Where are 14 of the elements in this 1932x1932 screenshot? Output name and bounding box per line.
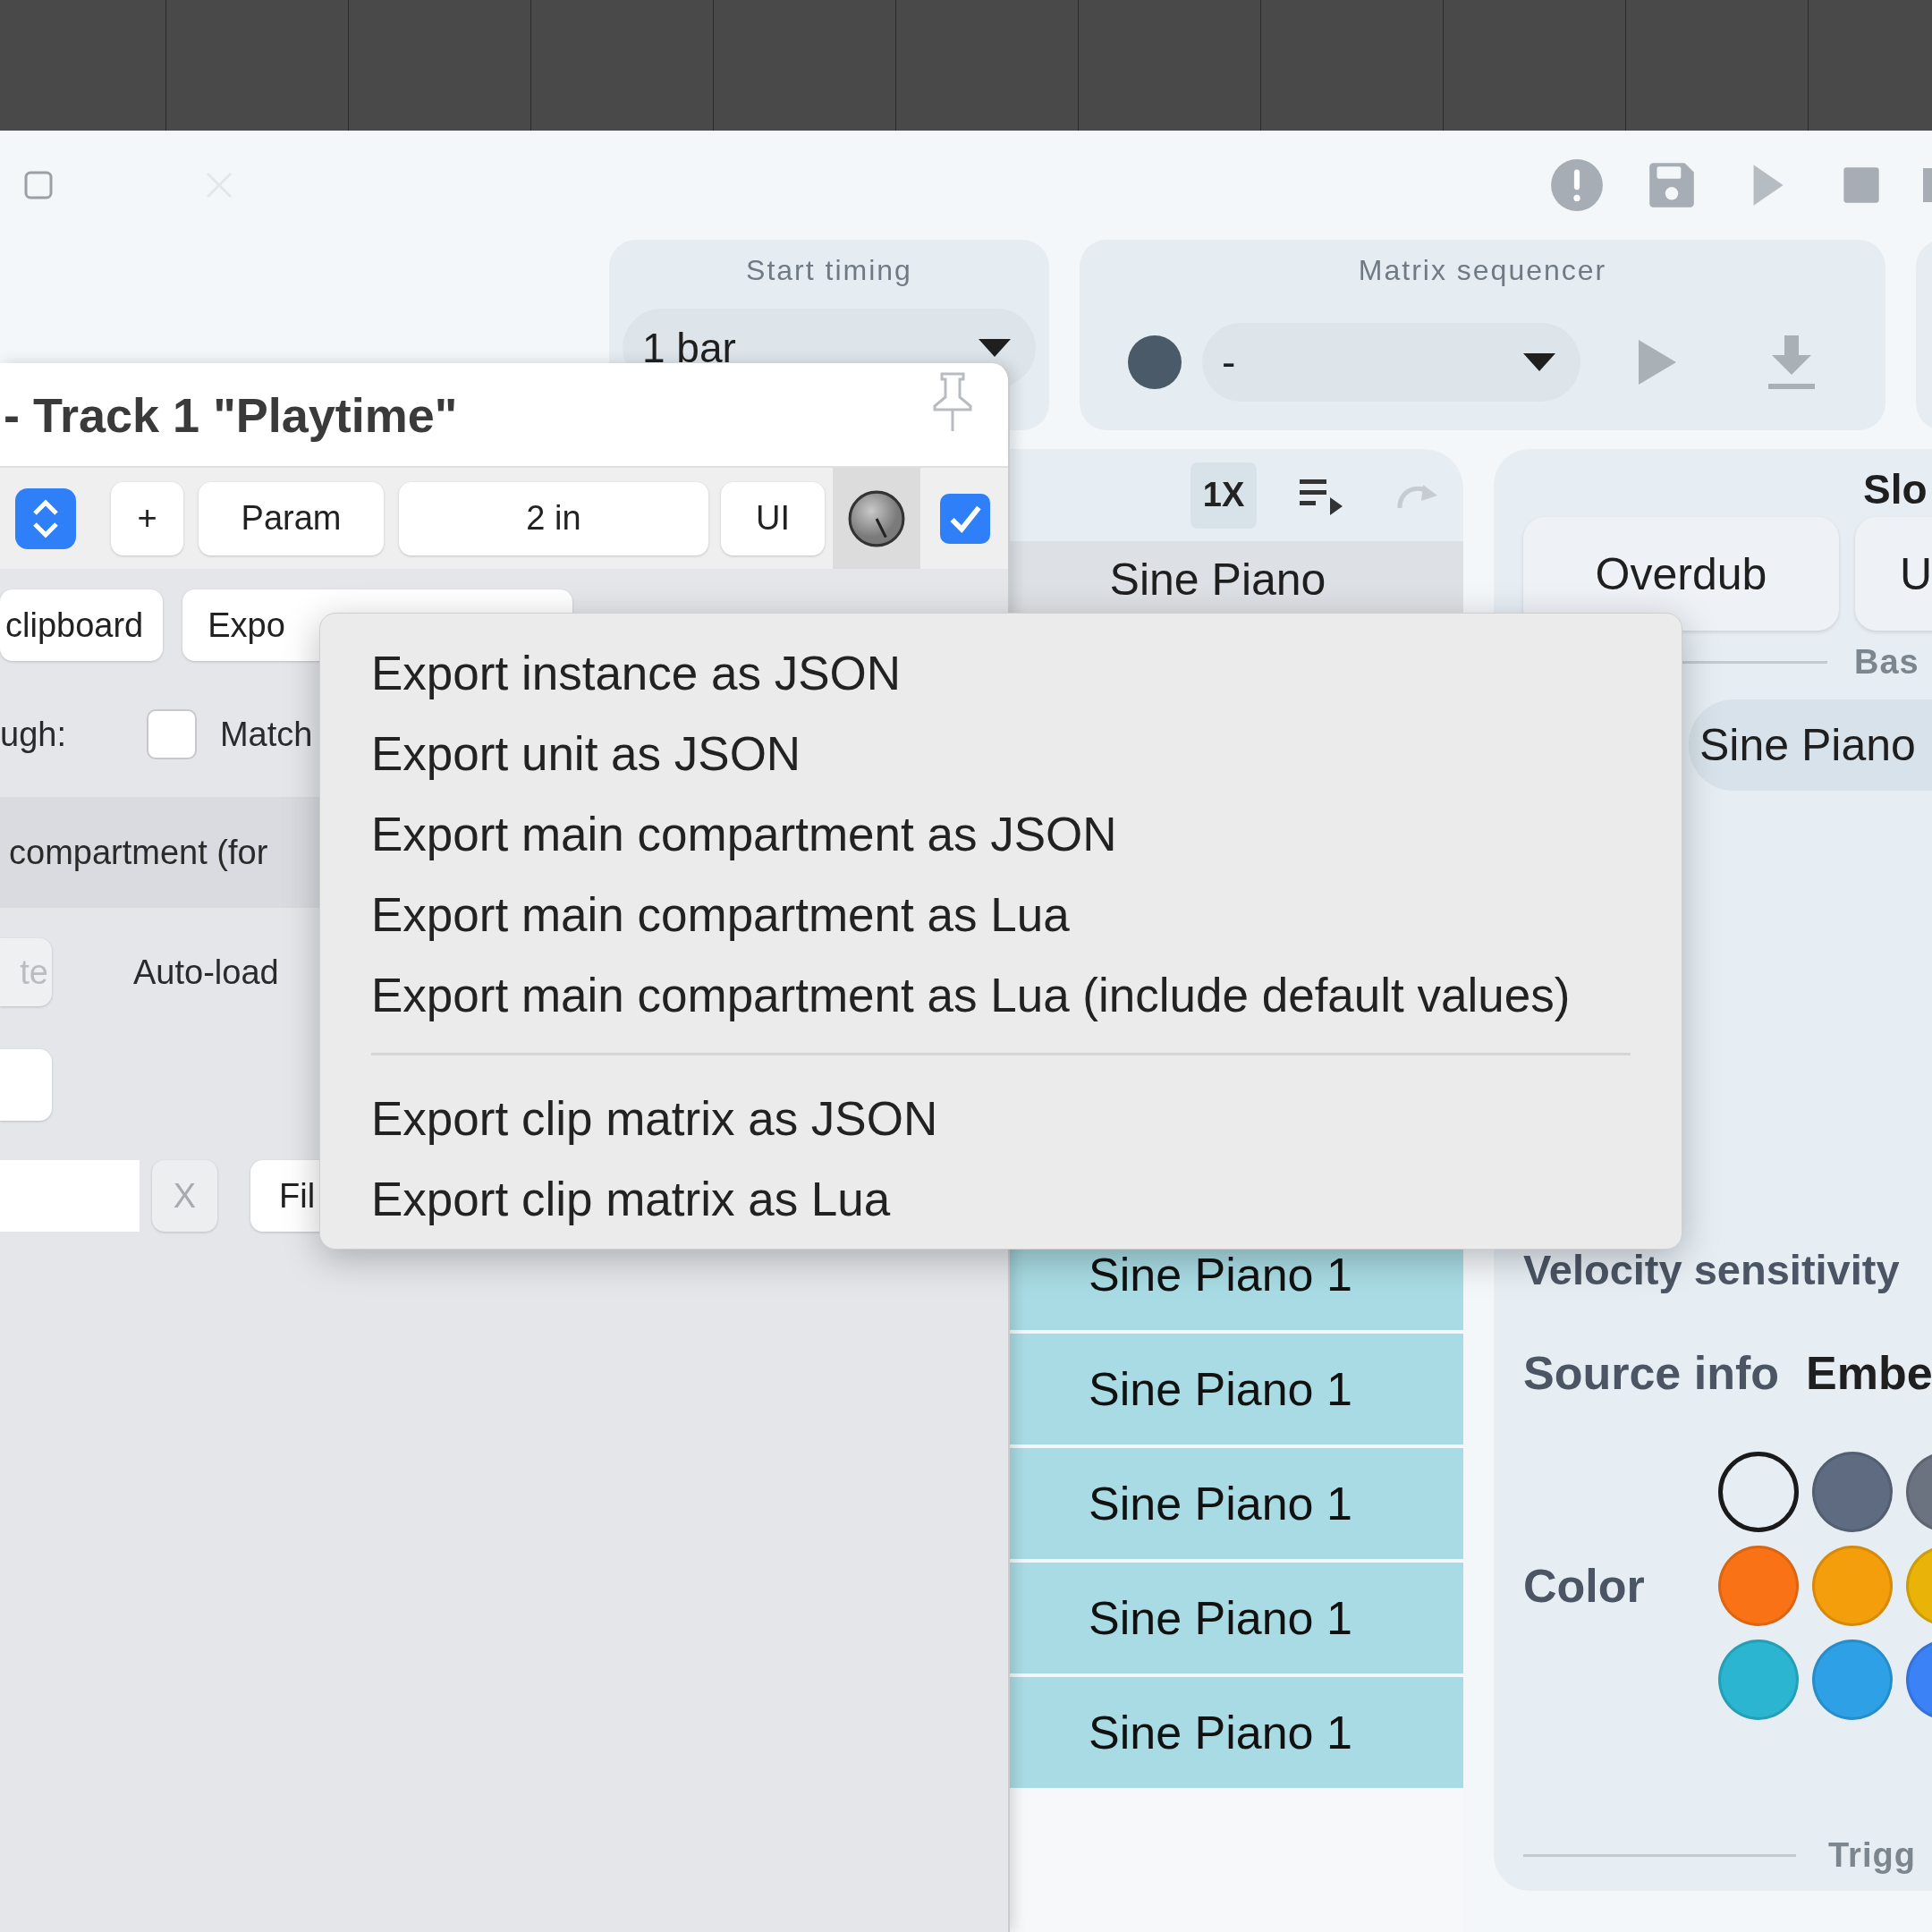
panel-label: Matrix sequencer [1358, 254, 1607, 287]
compartment-label: compartment (for [9, 833, 268, 872]
window-title: - Track 1 "Playtime" [4, 386, 458, 443]
field-label: ugh: [0, 715, 66, 754]
panel-title: Slo [1863, 465, 1928, 513]
field-label: Color [1523, 1559, 1646, 1613]
field-value: Embe [1806, 1346, 1932, 1400]
section-label: Trigg [1828, 1836, 1916, 1875]
field-label: Source info [1523, 1346, 1780, 1400]
field-label: Velocity sensitivity [1523, 1245, 1900, 1294]
auto-load-label: Auto-load [133, 953, 279, 992]
section-label: Bas [1854, 643, 1919, 682]
checkbox-label: Match [219, 715, 313, 754]
panel-label: Start timing [746, 254, 912, 287]
